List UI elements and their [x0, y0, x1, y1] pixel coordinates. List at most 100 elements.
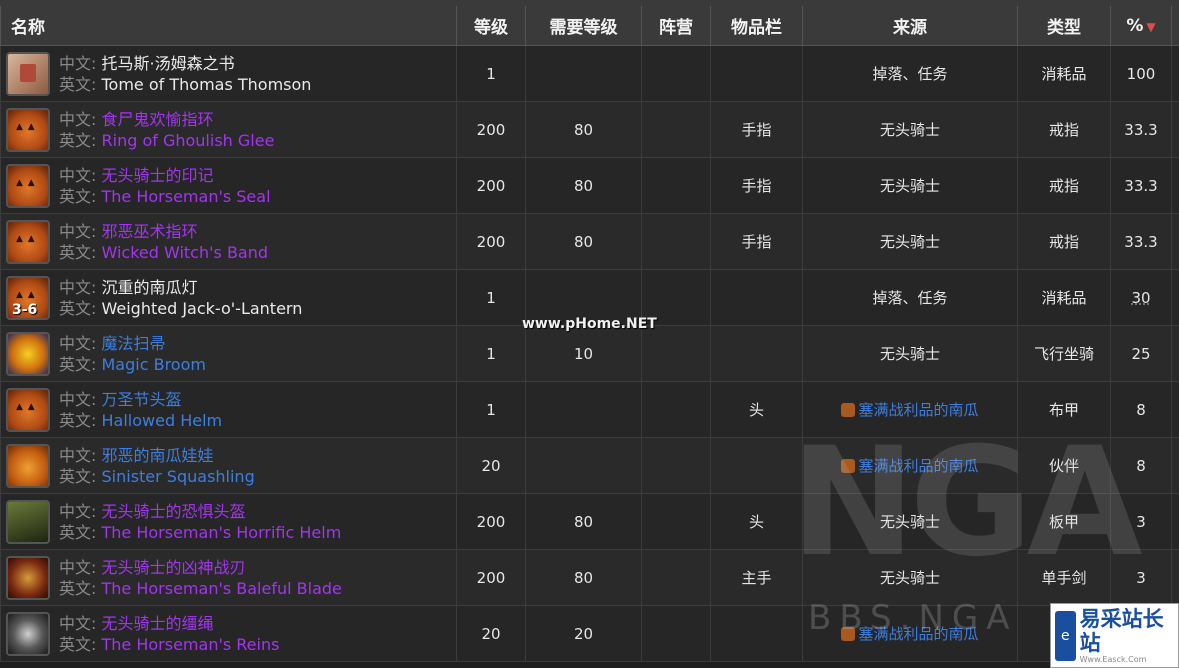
item-name-cn[interactable]: 魔法扫帚: [102, 334, 166, 353]
helm-icon[interactable]: [6, 499, 50, 544]
faction-cell: [641, 213, 711, 270]
en-label: 英文:: [59, 466, 97, 486]
item-name-en[interactable]: Tome of Thomas Thomson: [102, 75, 312, 94]
item-name-cn[interactable]: 无头骑士的缰绳: [102, 614, 214, 633]
header-level[interactable]: 等级: [456, 0, 526, 46]
pumpkin-icon[interactable]: 3-6: [6, 275, 50, 320]
cn-label: 中文:: [59, 613, 97, 633]
item-name-cn[interactable]: 无头骑士的凶神战刃: [102, 558, 246, 577]
table-row[interactable]: 中文: 食尸鬼欢愉指环英文: Ring of Ghoulish Glee2008…: [0, 101, 1179, 158]
item-name-cell: 中文: 无头骑士的缰绳 英文: The Horseman's Reins: [0, 605, 457, 662]
table-row[interactable]: 中文: 无头骑士的印记英文: The Horseman's Seal20080手…: [0, 157, 1179, 214]
table-row[interactable]: 3-6 中文: 沉重的南瓜灯英文: Weighted Jack-o'-Lanter…: [0, 269, 1179, 326]
item-name-en[interactable]: The Horseman's Reins: [102, 635, 280, 654]
jack-o-lantern-icon[interactable]: [6, 443, 50, 488]
pumpkin-bag-icon: [841, 627, 856, 641]
pct-value: 3: [1136, 512, 1146, 531]
item-name-en[interactable]: The Horseman's Baleful Blade: [102, 579, 342, 598]
table-header-row: 名称 等级 需要等级 阵营 物品栏 来源 类型 % ▼: [0, 0, 1179, 46]
pad-cell: [1171, 493, 1179, 550]
item-name-cn[interactable]: 托马斯·汤姆森之书: [102, 54, 235, 73]
req-level-cell: 10: [525, 325, 642, 382]
header-pct[interactable]: % ▼: [1110, 0, 1172, 46]
item-name-cn[interactable]: 沉重的南瓜灯: [102, 278, 198, 297]
header-source[interactable]: 来源: [802, 0, 1018, 46]
table-row[interactable]: 中文: 万圣节头盔英文: Hallowed Helm1头塞满战利品的南瓜布甲8: [0, 381, 1179, 438]
item-name-cn[interactable]: 邪恶的南瓜娃娃: [102, 446, 214, 465]
slot-cell: 头: [710, 493, 803, 550]
item-name-en[interactable]: The Horseman's Horrific Helm: [102, 523, 342, 542]
item-name-en[interactable]: Wicked Witch's Band: [102, 243, 269, 262]
level-cell: 200: [456, 549, 526, 606]
pad-cell: [1171, 381, 1179, 438]
level-cell: 200: [456, 213, 526, 270]
source-cell: 无头骑士: [802, 101, 1018, 158]
header-faction[interactable]: 阵营: [641, 0, 711, 46]
header-slot[interactable]: 物品栏: [710, 0, 803, 46]
pad-cell: [1171, 549, 1179, 606]
req-level-cell: [525, 45, 642, 102]
pumpkin-icon[interactable]: [6, 107, 50, 152]
pad-cell: [1171, 269, 1179, 326]
source-text: 无头骑士: [879, 569, 940, 587]
item-name-cn[interactable]: 无头骑士的恐惧头盔: [102, 502, 246, 521]
cn-label: 中文:: [59, 109, 97, 129]
header-req-level[interactable]: 需要等级: [525, 0, 642, 46]
table-row[interactable]: 中文: 魔法扫帚 英文: Magic Broom 1 10 无头骑士 飞行坐骑 25: [0, 325, 1179, 382]
slot-cell: 手指: [710, 213, 803, 270]
item-name-cell: 中文: 万圣节头盔英文: Hallowed Helm: [0, 381, 457, 438]
item-name-cell: 中文: 托马斯·汤姆森之书 英文: Tome of Thomas Thomson: [0, 45, 457, 102]
pct-value: 25: [1131, 344, 1151, 363]
faction-cell: [641, 101, 711, 158]
item-name-en[interactable]: The Horseman's Seal: [102, 187, 271, 206]
table-row[interactable]: 中文: 邪恶巫术指环英文: Wicked Witch's Band20080手指…: [0, 213, 1179, 270]
header-type[interactable]: 类型: [1017, 0, 1111, 46]
item-name-en[interactable]: Ring of Ghoulish Glee: [102, 131, 275, 150]
item-name-en[interactable]: Weighted Jack-o'-Lantern: [102, 299, 303, 318]
source-link[interactable]: 塞满战利品的南瓜: [858, 401, 978, 419]
slot-cell: [710, 325, 803, 382]
item-name-cn[interactable]: 邪恶巫术指环: [102, 222, 198, 241]
blade-icon[interactable]: [6, 555, 50, 600]
table-row[interactable]: 中文: 无头骑士的凶神战刃 英文: The Horseman's Baleful …: [0, 549, 1179, 606]
item-name-cn[interactable]: 万圣节头盔: [102, 390, 182, 409]
pad-cell: [1171, 101, 1179, 158]
pad-cell: [1171, 325, 1179, 382]
faction-cell: [641, 157, 711, 214]
item-name-en[interactable]: Hallowed Helm: [102, 411, 223, 430]
source-cell[interactable]: 塞满战利品的南瓜: [802, 605, 1018, 662]
pumpkin-icon[interactable]: [6, 219, 50, 264]
pumpkin-icon[interactable]: [6, 387, 50, 432]
table-row[interactable]: 中文: 邪恶的南瓜娃娃 英文: Sinister Squashling 20 塞满战利…: [0, 437, 1179, 494]
faction-cell: [641, 269, 711, 326]
source-link[interactable]: 塞满战利品的南瓜: [858, 457, 978, 475]
broom-icon[interactable]: [6, 331, 50, 376]
level-cell: 1: [456, 381, 526, 438]
cn-label: 中文:: [59, 333, 97, 353]
req-level-cell: [525, 437, 642, 494]
type-cell: 板甲: [1017, 493, 1111, 550]
item-name-cn[interactable]: 食尸鬼欢愉指环: [102, 110, 214, 129]
item-name-cell: 3-6 中文: 沉重的南瓜灯英文: Weighted Jack-o'-Lanter…: [0, 269, 457, 326]
header-name[interactable]: 名称: [0, 0, 457, 46]
en-label: 英文:: [59, 298, 97, 318]
reins-icon[interactable]: [6, 611, 50, 656]
sort-desc-icon: ▼: [1146, 19, 1156, 34]
table-row[interactable]: 中文: 无头骑士的缰绳 英文: The Horseman's Reins 20 20 塞…: [0, 605, 1179, 662]
type-cell: 消耗品: [1017, 269, 1111, 326]
source-link[interactable]: 塞满战利品的南瓜: [858, 625, 978, 643]
pct-cell: 8: [1110, 437, 1172, 494]
tome-icon[interactable]: [6, 51, 50, 96]
table-row[interactable]: 中文: 托马斯·汤姆森之书 英文: Tome of Thomas Thomson 1…: [0, 45, 1179, 102]
item-name-cn[interactable]: 无头骑士的印记: [102, 166, 214, 185]
item-name-en[interactable]: Magic Broom: [102, 355, 206, 374]
pumpkin-bag-icon: [841, 403, 856, 417]
item-name-cell: 中文: 邪恶巫术指环英文: Wicked Witch's Band: [0, 213, 457, 270]
cn-label: 中文:: [59, 445, 97, 465]
table-row[interactable]: 中文: 无头骑士的恐惧头盔 英文: The Horseman's Horrific…: [0, 493, 1179, 550]
source-cell[interactable]: 塞满战利品的南瓜: [802, 381, 1018, 438]
source-cell[interactable]: 塞满战利品的南瓜: [802, 437, 1018, 494]
item-name-cell: 中文: 魔法扫帚 英文: Magic Broom: [0, 325, 457, 382]
item-name-en[interactable]: Sinister Squashling: [102, 467, 255, 486]
pumpkin-icon[interactable]: [6, 163, 50, 208]
